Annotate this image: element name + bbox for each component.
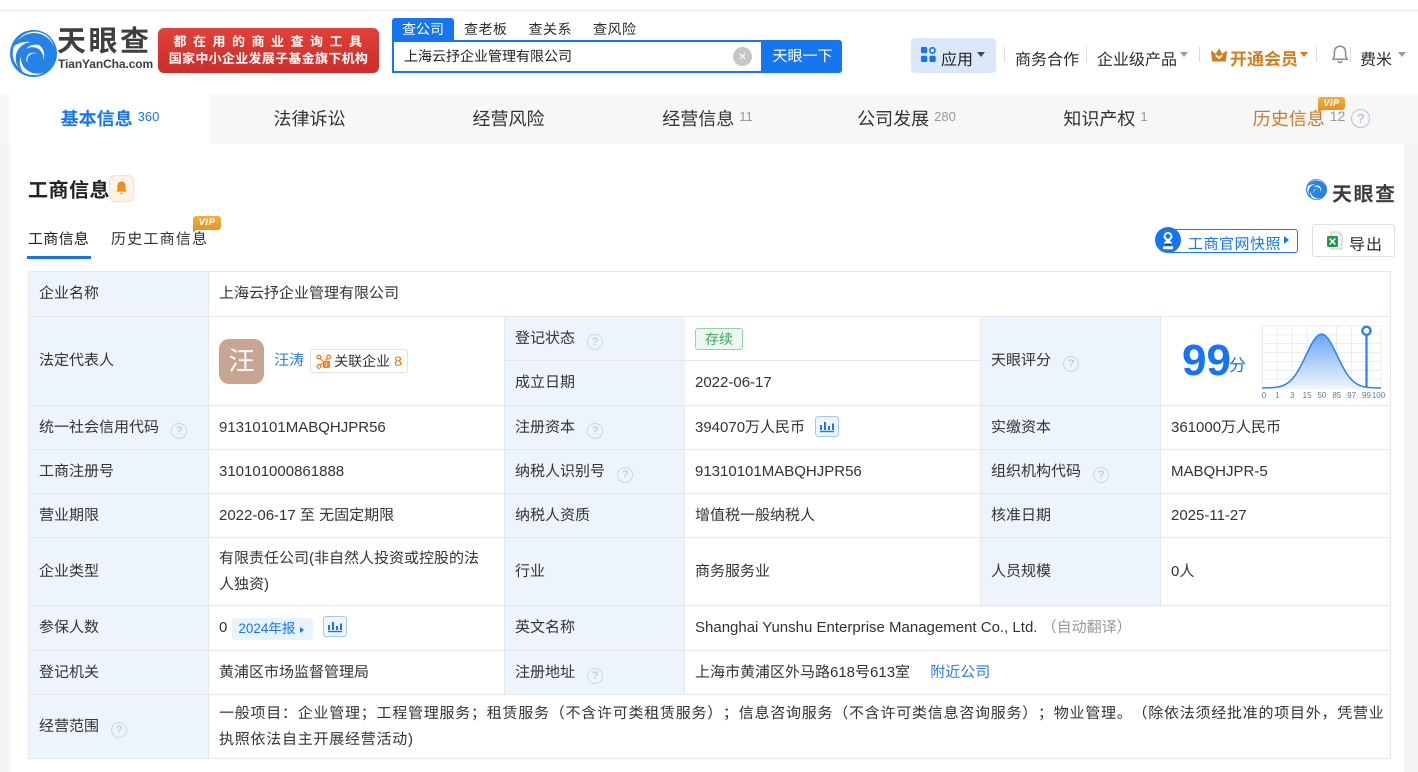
svg-text:97: 97 — [1347, 391, 1356, 400]
svg-text:0: 0 — [1262, 391, 1267, 400]
svg-text:85: 85 — [1332, 391, 1341, 400]
svg-text:100: 100 — [1372, 391, 1386, 400]
svg-text:50: 50 — [1317, 391, 1326, 400]
svg-text:1: 1 — [1275, 391, 1280, 400]
svg-text:15: 15 — [1303, 391, 1312, 400]
svg-text:99: 99 — [1362, 391, 1371, 400]
svg-text:3: 3 — [1290, 391, 1295, 400]
svg-text:企: 企 — [324, 361, 330, 368]
